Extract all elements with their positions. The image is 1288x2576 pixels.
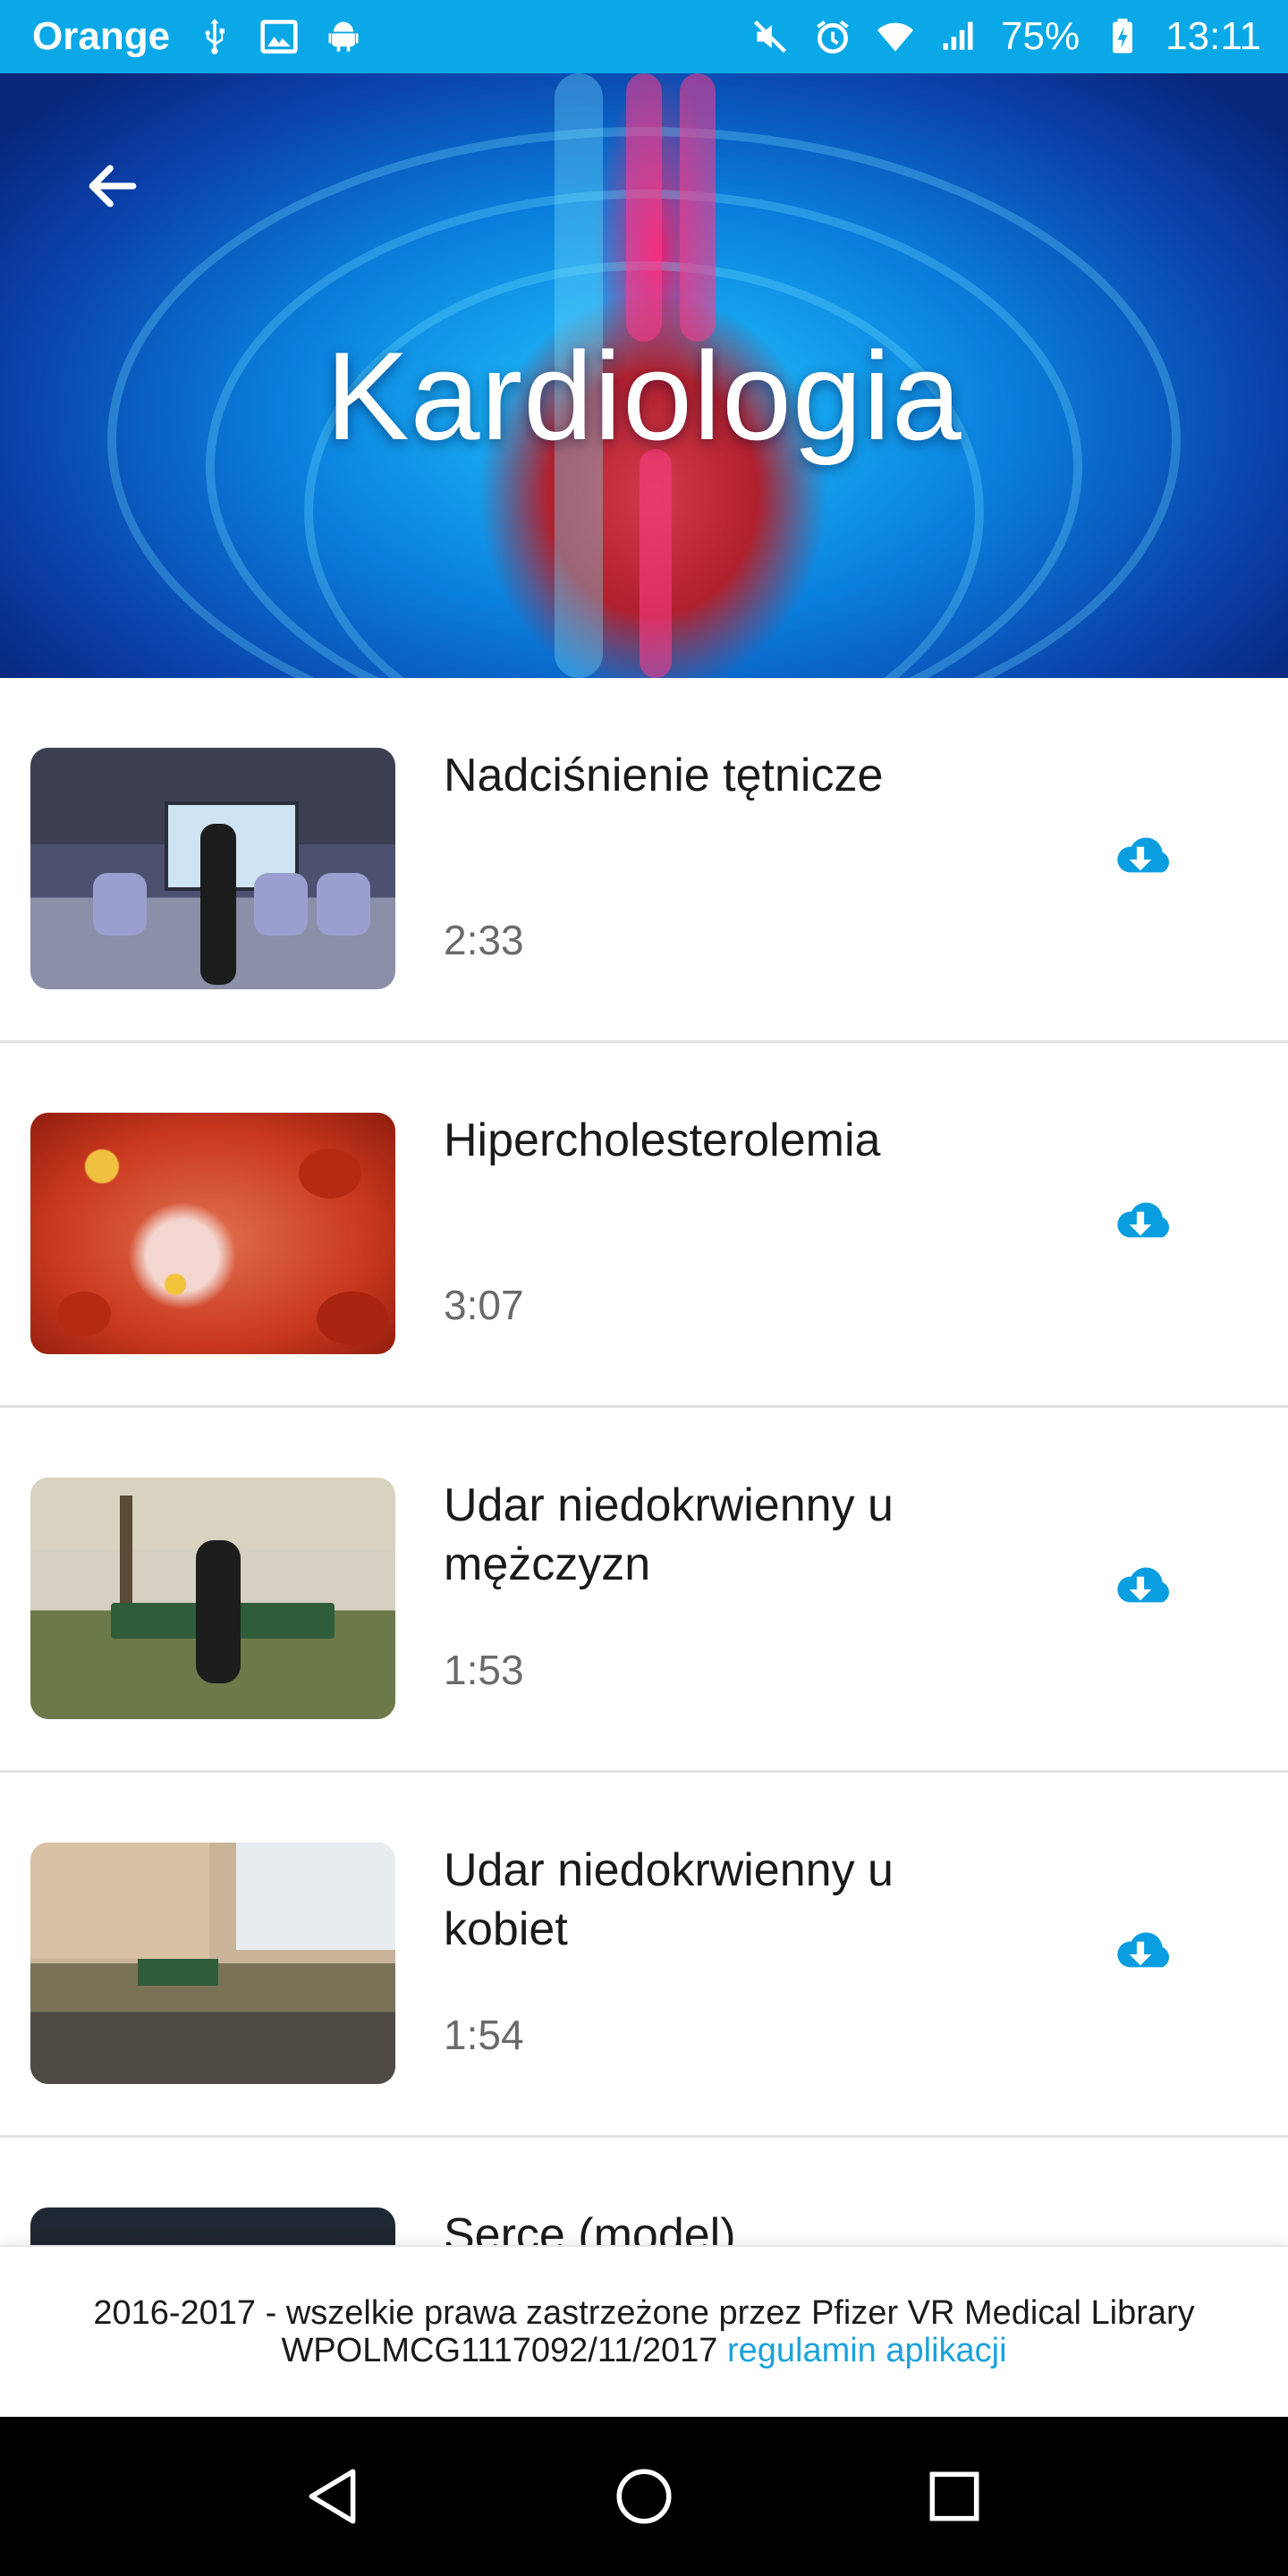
list-item[interactable]: Hipercholesterolemia 3:07 xyxy=(0,1043,1288,1408)
video-thumbnail[interactable] xyxy=(30,748,395,989)
android-icon xyxy=(324,17,363,56)
video-duration: 3:07 xyxy=(444,1282,524,1328)
thumbnail-chair-shape xyxy=(254,873,308,936)
hero-artery-decoration xyxy=(626,73,662,342)
list-item[interactable]: Udar niedokrwienny u kobiet 1:54 xyxy=(0,1773,1288,2138)
usb-icon xyxy=(195,17,234,56)
mute-icon xyxy=(750,17,790,56)
download-button[interactable] xyxy=(1100,1921,1181,1984)
video-duration: 1:54 xyxy=(444,2012,524,2058)
hero-artery-decoration xyxy=(680,73,716,342)
nav-recents-icon xyxy=(929,2471,979,2521)
clock: 13:11 xyxy=(1165,14,1261,58)
video-list[interactable]: Nadciśnienie tętnicze 2:33 Hipercholeste… xyxy=(0,678,1288,2245)
carrier-name: Orange xyxy=(32,14,171,58)
video-title[interactable]: Hipercholesterolemia xyxy=(444,1111,927,1170)
copyright-text: 2016-2017 - wszelkie prawa zastrzeżone p… xyxy=(93,2294,1195,2332)
thumbnail-chair-shape xyxy=(317,873,370,936)
thumbnail-path-shape xyxy=(30,2012,395,2084)
download-button[interactable] xyxy=(1100,1556,1181,1619)
battery-percent: 75% xyxy=(1001,14,1080,58)
thumbnail-person-shape xyxy=(200,824,236,985)
status-bar: Orange 75% 13:11 xyxy=(0,0,1288,73)
wifi-icon xyxy=(876,17,915,56)
arrow-back-icon xyxy=(89,165,137,208)
hero-aorta-decoration xyxy=(640,449,672,678)
thumbnail-bench-shape xyxy=(138,1959,218,1986)
download-button[interactable] xyxy=(1100,1191,1181,1254)
cloud-download-icon xyxy=(1117,837,1169,873)
thumbnail-cell-shape xyxy=(317,1292,388,1345)
image-icon xyxy=(259,17,299,56)
thumbnail-chair-shape xyxy=(93,873,147,936)
footer-second-line: WPOLMCG1117092/11/2017 regulamin aplikac… xyxy=(281,2332,1006,2369)
video-thumbnail[interactable] xyxy=(30,1843,395,2084)
video-thumbnail[interactable] xyxy=(30,1113,395,1354)
battery-charging-icon xyxy=(1103,17,1142,56)
list-item[interactable]: Serce (model) xyxy=(0,2138,1288,2245)
nav-home-button[interactable] xyxy=(604,2456,684,2537)
nav-home-icon xyxy=(616,2469,672,2524)
list-item[interactable]: Nadciśnienie tętnicze 2:33 xyxy=(0,678,1288,1043)
thumbnail-tree-shape xyxy=(120,1496,132,1612)
video-thumbnail[interactable] xyxy=(30,2207,395,2245)
terms-link[interactable]: regulamin aplikacji xyxy=(727,2332,1007,2369)
download-button[interactable] xyxy=(1100,826,1181,889)
system-navigation-bar xyxy=(0,2417,1288,2576)
thumbnail-building-shape xyxy=(30,1478,395,1549)
thumbnail-person-shape xyxy=(196,1540,241,1683)
hero-banner: Kardiologia xyxy=(0,73,1288,678)
thumbnail-cell-shape xyxy=(299,1148,361,1199)
status-right: 75% 13:11 xyxy=(750,14,1261,59)
thumbnail-cell-shape xyxy=(57,1292,111,1336)
video-title[interactable]: Udar niedokrwienny u mężczyzn xyxy=(444,1476,927,1594)
video-thumbnail[interactable] xyxy=(30,1478,395,1719)
status-left: Orange xyxy=(32,14,363,59)
cloud-download-icon xyxy=(1117,1202,1169,1238)
back-button[interactable] xyxy=(77,150,148,222)
page-title: Kardiologia xyxy=(326,326,962,466)
cloud-download-icon xyxy=(1117,1567,1169,1603)
document-code: WPOLMCG1117092/11/2017 xyxy=(281,2332,727,2369)
thumbnail-sky-shape xyxy=(236,1843,395,1950)
video-duration: 2:33 xyxy=(444,917,524,963)
alarm-icon xyxy=(813,17,852,56)
video-title[interactable]: Serce (model) xyxy=(444,2206,927,2245)
thumbnail-cell-shape xyxy=(165,1274,186,1295)
thumbnail-building-shape xyxy=(30,1843,209,1959)
list-item[interactable]: Udar niedokrwienny u mężczyzn 1:53 xyxy=(0,1408,1288,1773)
video-title[interactable]: Nadciśnienie tętnicze xyxy=(444,746,927,805)
footer: 2016-2017 - wszelkie prawa zastrzeżone p… xyxy=(0,2245,1288,2417)
cloud-download-icon xyxy=(1117,1932,1169,1968)
video-title[interactable]: Udar niedokrwienny u kobiet xyxy=(444,1841,927,1959)
nav-recents-button[interactable] xyxy=(914,2456,995,2537)
nav-back-button[interactable] xyxy=(293,2456,374,2537)
nav-back-icon xyxy=(309,2469,356,2524)
signal-icon xyxy=(938,17,978,56)
video-duration: 1:53 xyxy=(444,1647,524,1693)
